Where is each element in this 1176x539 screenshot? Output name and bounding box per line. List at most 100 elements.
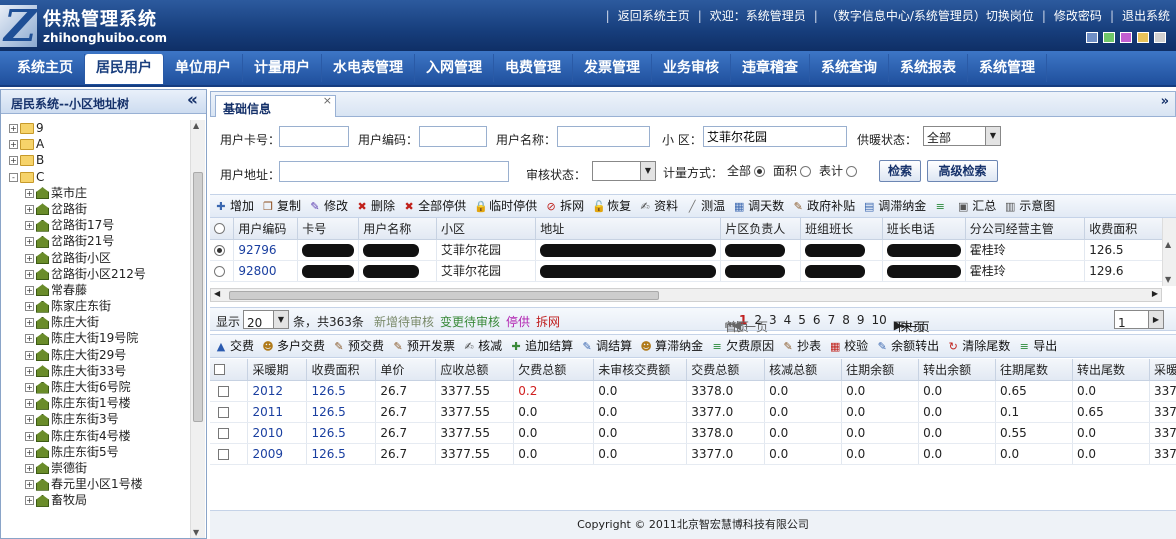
expand-icon[interactable]: + — [25, 399, 34, 409]
toolbar-button-calendar[interactable]: ▦ 调天数 — [730, 195, 787, 217]
fees-column-header[interactable] — [210, 359, 249, 381]
users-column-header[interactable]: 卡号 — [297, 218, 360, 240]
table-row[interactable]: 2011 126.5 26.7 3377.55 0.0 0.0 3377.0 0.0 0.0 0.… — [210, 401, 1176, 423]
scroll-up-icon[interactable]: ▲ — [1165, 240, 1171, 249]
tree-node[interactable]: + 崇德街 — [1, 460, 191, 476]
chevron-down-icon[interactable]: ▼ — [985, 127, 1000, 145]
theme-swatch[interactable] — [1103, 32, 1115, 43]
expand-icon[interactable]: + — [25, 334, 34, 344]
toolbar-button-edit[interactable]: ✎ 修改 — [306, 195, 351, 217]
nav-item[interactable]: 入网管理 — [415, 54, 494, 82]
scroll-up-icon[interactable]: ▲ — [193, 121, 199, 130]
nav-item[interactable]: 系统管理 — [968, 54, 1047, 82]
users-column-header[interactable]: 用户编码 — [233, 218, 299, 240]
users-column-header[interactable] — [210, 218, 235, 240]
address-input[interactable] — [279, 161, 509, 182]
users-column-header[interactable]: 班长电话 — [882, 218, 966, 240]
nav-item[interactable]: 系统查询 — [810, 54, 889, 82]
nav-item[interactable]: 单位用户 — [164, 54, 243, 82]
expand-icon[interactable]: + — [25, 431, 34, 441]
toolbar-button-clear[interactable]: ↻ 清除尾数 — [944, 335, 1013, 357]
page-number[interactable]: 5 — [798, 313, 806, 327]
scroll-down-icon[interactable]: ▼ — [193, 528, 199, 537]
toolbar-button-meter[interactable]: ✎ 抄表 — [779, 335, 824, 357]
toolbar-button-sum[interactable]: ▣ 汇总 — [954, 195, 999, 217]
theme-swatch[interactable] — [1086, 32, 1098, 43]
advanced-search-button[interactable]: 高级检索 — [927, 160, 998, 182]
tree-node[interactable]: + B — [1, 152, 191, 168]
fees-column-header[interactable]: 采暖 — [1149, 359, 1176, 381]
page-jump-input[interactable]: 1 ▶ — [1114, 310, 1164, 330]
fees-column-header[interactable]: 未审核交费额 — [593, 359, 688, 381]
tree-node[interactable]: + 陈庄东街5号 — [1, 444, 191, 460]
row-select-cell[interactable] — [210, 380, 249, 402]
community-input[interactable] — [703, 126, 847, 147]
tree-node[interactable]: + 岔路街小区212号 — [1, 266, 191, 282]
page-number[interactable]: 7 — [828, 313, 836, 327]
row-select-cell[interactable] — [210, 239, 235, 261]
toolbar-button-info[interactable]: ✍ 资料 — [636, 195, 681, 217]
tree-node[interactable]: + 岔路街小区 — [1, 250, 191, 266]
measure-radio[interactable] — [754, 166, 766, 177]
users-column-header[interactable]: 地址 — [535, 218, 722, 240]
fee-cell[interactable]: 2010 — [247, 422, 308, 444]
fees-column-header[interactable]: 单价 — [375, 359, 437, 381]
row-select-cell[interactable] — [210, 443, 249, 465]
toolbar-button-prepay[interactable]: ✎ 预交费 — [330, 335, 387, 357]
close-icon[interactable]: × — [323, 94, 332, 107]
toolbar-button-multi-pay[interactable]: ☻ 多户交费 — [259, 335, 328, 357]
scroll-down-icon[interactable]: ▼ — [1165, 275, 1171, 284]
nav-item[interactable]: 水电表管理 — [322, 54, 415, 82]
collapse-down-icon[interactable]: » — [1161, 94, 1169, 109]
users-column-header[interactable]: 小区 — [436, 218, 537, 240]
user-grid-vscroll[interactable]: ▲ ▼ — [1162, 218, 1176, 286]
hscroll-thumb[interactable] — [229, 291, 659, 300]
user-code[interactable]: 92800 — [233, 260, 299, 282]
header-link[interactable]: 修改密码 — [1054, 9, 1102, 23]
users-column-header[interactable]: 用户名称 — [358, 218, 437, 240]
row-radio[interactable] — [214, 244, 225, 256]
collapse-left-icon[interactable]: « — [187, 90, 198, 110]
toolbar-button-copy[interactable]: ❐ 复制 — [259, 195, 304, 217]
collapse-icon[interactable]: - — [9, 172, 18, 182]
fee-cell[interactable]: 126.5 — [306, 380, 377, 402]
row-select-cell[interactable] — [210, 401, 249, 423]
tree-node[interactable]: + A — [1, 136, 191, 152]
tree-node[interactable]: + 陈庄东街1号楼 — [1, 395, 191, 411]
users-column-header[interactable]: 分公司经营主管 — [965, 218, 1086, 240]
fee-cell[interactable]: 2012 — [247, 380, 308, 402]
tree-node[interactable]: + 陈庄大街6号院 — [1, 379, 191, 395]
nav-item[interactable]: 系统主页 — [6, 54, 85, 82]
expand-icon[interactable]: + — [25, 269, 34, 279]
expand-icon[interactable]: + — [25, 366, 34, 376]
audit-select[interactable]: ▼ — [592, 161, 656, 181]
nav-item[interactable]: 业务审核 — [652, 54, 731, 82]
expand-icon[interactable]: + — [9, 140, 18, 150]
fee-cell[interactable]: 126.5 — [306, 401, 377, 423]
fees-column-header[interactable]: 往期尾数 — [995, 359, 1073, 381]
row-checkbox[interactable] — [218, 406, 229, 418]
toolbar-button-late-fee[interactable]: ☻ 算滞纳金 — [637, 335, 706, 357]
expand-icon[interactable]: + — [25, 496, 34, 506]
table-row[interactable]: 92796 艾菲尔花园 霍桂玲 126.5 — [210, 239, 1162, 261]
nav-item[interactable]: 电费管理 — [494, 54, 573, 82]
tree-node[interactable]: + 岔路街17号 — [1, 217, 191, 233]
expand-icon[interactable]: + — [25, 285, 34, 295]
expand-icon[interactable]: + — [9, 124, 18, 133]
expand-icon[interactable]: + — [25, 302, 34, 312]
theme-swatch[interactable] — [1137, 32, 1149, 43]
toolbar-button-subsidy[interactable]: ✎ 政府补贴 — [789, 195, 858, 217]
header-link[interactable]: 返回系统主页 — [618, 9, 690, 23]
page-size-select[interactable]: 20 ▼ — [243, 310, 289, 330]
toolbar-button-lock[interactable]: 🔒临时停供 — [471, 195, 540, 217]
nav-item[interactable]: 违章稽查 — [731, 54, 810, 82]
row-checkbox[interactable] — [218, 427, 229, 439]
tree-node[interactable]: + 陈家庄东街 — [1, 298, 191, 314]
tree-node[interactable]: + 陈庄大街19号院 — [1, 330, 191, 346]
nav-item[interactable]: 系统报表 — [889, 54, 968, 82]
expand-icon[interactable]: + — [25, 188, 34, 198]
select-all-checkbox[interactable] — [214, 364, 225, 376]
toolbar-button-export[interactable]: ≡ 导出 — [1015, 335, 1060, 357]
users-column-header[interactable]: 收费面积 — [1084, 218, 1162, 240]
page-number[interactable]: 4 — [784, 313, 792, 327]
